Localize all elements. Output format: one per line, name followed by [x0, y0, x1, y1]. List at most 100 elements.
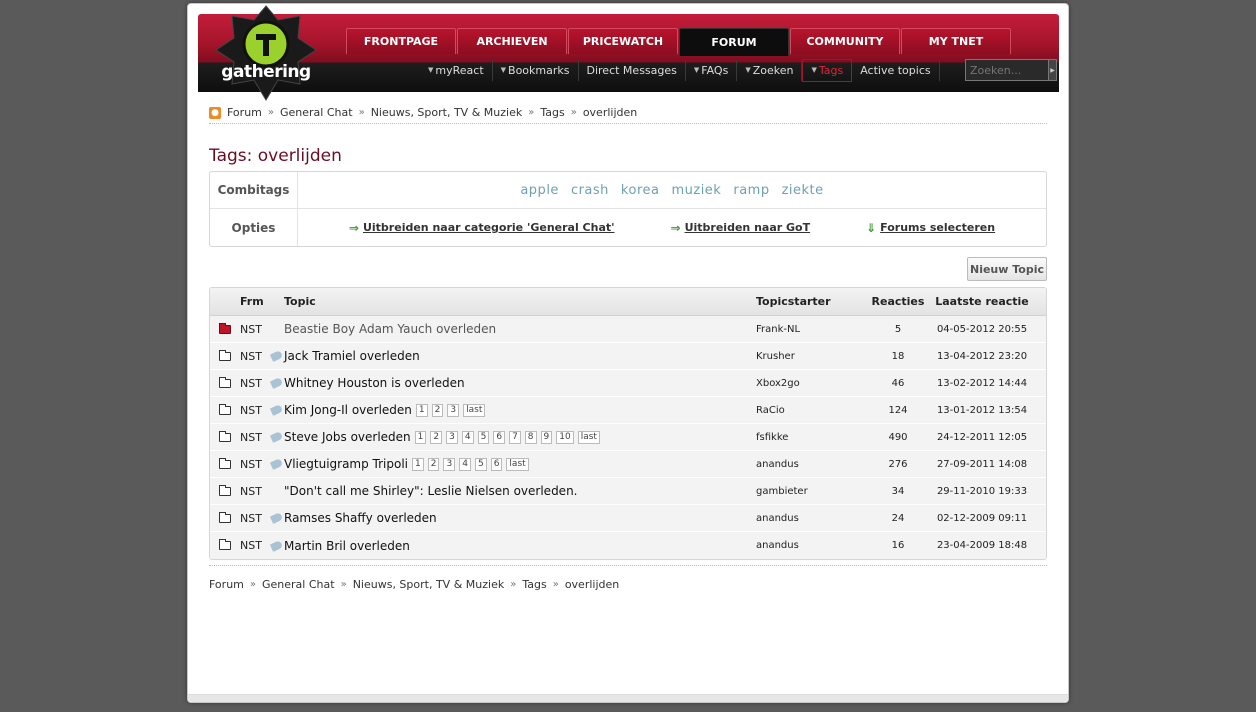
topic-link[interactable]: Beastie Boy Adam Yauch overleden	[284, 322, 496, 336]
page-link[interactable]: 2	[431, 403, 444, 417]
page-link[interactable]: last	[463, 403, 486, 417]
topicstarter[interactable]: fsfikke	[756, 432, 866, 443]
breadcrumb-item[interactable]: Tags	[522, 578, 546, 591]
combitag-ramp[interactable]: ramp	[733, 183, 769, 198]
rss-icon[interactable]: ●	[209, 106, 221, 119]
topicstarter[interactable]: Frank-NL	[756, 324, 866, 335]
page-link[interactable]: 3	[443, 457, 456, 471]
breadcrumb-item[interactable]: Nieuws, Sport, TV & Muziek	[371, 106, 523, 119]
tab-archieven[interactable]: ARCHIEVEN	[457, 28, 567, 54]
page-link[interactable]: 5	[474, 457, 487, 471]
expand-got-link[interactable]: Uitbreiden naar GoT	[685, 221, 811, 234]
page-link[interactable]: last	[506, 457, 529, 471]
topic-link[interactable]: Steve Jobs overleden	[284, 430, 411, 444]
page-link[interactable]: 6	[490, 457, 503, 471]
header-frm[interactable]: Frm	[240, 295, 268, 308]
last-reply-date[interactable]: 27-09-2011 14:08	[930, 459, 1034, 470]
last-reply-date[interactable]: 04-05-2012 20:55	[930, 324, 1034, 335]
subnav-active-topics[interactable]: Active topics	[852, 59, 940, 81]
subnav-bookmarks[interactable]: ▼ Bookmarks	[493, 59, 579, 81]
page-link[interactable]: last	[577, 430, 600, 444]
last-reply-date[interactable]: 13-01-2012 13:54	[930, 405, 1034, 416]
breadcrumb-item[interactable]: General Chat	[280, 106, 353, 119]
page-link[interactable]: 8	[524, 430, 537, 444]
page-link[interactable]: 6	[493, 430, 506, 444]
topicstarter[interactable]: Xbox2go	[756, 378, 866, 389]
site-logo[interactable]: gathering	[204, 4, 328, 106]
combitag-muziek[interactable]: muziek	[671, 183, 721, 198]
page-link[interactable]: 7	[509, 430, 521, 444]
last-reply-date[interactable]: 23-04-2009 18:48	[930, 540, 1034, 551]
last-reply-date[interactable]: 02-12-2009 09:11	[930, 513, 1034, 524]
topicstarter[interactable]: anandus	[756, 540, 866, 551]
forum-code[interactable]: NST	[240, 458, 268, 471]
topic-link[interactable]: Ramses Shaffy overleden	[284, 511, 437, 525]
topic-link[interactable]: Jack Tramiel overleden	[284, 349, 420, 363]
tab-community[interactable]: COMMUNITY	[790, 28, 900, 54]
topicstarter[interactable]: anandus	[756, 459, 866, 470]
expand-got-option[interactable]: ⇒ Uitbreiden naar GoT	[671, 221, 811, 235]
page-link[interactable]: 4	[461, 430, 474, 444]
topicstarter[interactable]: RaCio	[756, 405, 866, 416]
tab-forum[interactable]: FORUM	[679, 28, 789, 56]
header-reacties[interactable]: Reacties	[866, 295, 930, 308]
forum-code[interactable]: NST	[240, 539, 268, 552]
breadcrumb-item[interactable]: overlijden	[565, 578, 619, 591]
last-reply-date[interactable]: 13-04-2012 23:20	[930, 351, 1034, 362]
breadcrumb-item[interactable]: overlijden	[583, 106, 637, 119]
tab-pricewatch[interactable]: PRICEWATCH	[568, 28, 678, 54]
last-reply-date[interactable]: 29-11-2010 19:33	[930, 486, 1034, 497]
topic-link[interactable]: Kim Jong-Il overleden	[284, 403, 412, 417]
combitag-crash[interactable]: crash	[571, 183, 609, 198]
last-reply-date[interactable]: 24-12-2011 12:05	[930, 432, 1034, 443]
forum-code[interactable]: NST	[240, 512, 268, 525]
topic-link[interactable]: Vliegtuigramp Tripoli	[284, 457, 408, 471]
breadcrumb-item[interactable]: Forum	[209, 578, 244, 591]
page-link[interactable]: 2	[430, 430, 443, 444]
page-link[interactable]: 3	[446, 430, 458, 444]
tab-my-tnet[interactable]: MY TNET	[901, 28, 1011, 54]
page-link[interactable]: 1	[415, 403, 428, 417]
forum-code[interactable]: NST	[240, 431, 268, 444]
subnav-zoeken[interactable]: ▼ Zoeken	[737, 59, 803, 81]
topic-link[interactable]: Whitney Houston is overleden	[284, 376, 465, 390]
expand-category-option[interactable]: ⇒ Uitbreiden naar categorie 'General Cha…	[349, 221, 615, 235]
header-laatste-reactie[interactable]: Laatste reactie	[930, 295, 1034, 308]
breadcrumb-item[interactable]: General Chat	[262, 578, 335, 591]
combitag-korea[interactable]: korea	[621, 183, 660, 198]
subnav-myreact[interactable]: ▼ myReact	[420, 59, 493, 81]
topicstarter[interactable]: gambieter	[756, 486, 866, 497]
breadcrumb-item[interactable]: Forum	[227, 106, 262, 119]
tab-frontpage[interactable]: FRONTPAGE	[346, 28, 456, 54]
subnav-faqs[interactable]: ▼ FAQs	[686, 59, 738, 81]
page-link[interactable]: 5	[477, 430, 490, 444]
last-reply-date[interactable]: 13-02-2012 14:44	[930, 378, 1034, 389]
page-link[interactable]: 2	[427, 457, 440, 471]
topicstarter[interactable]: Krusher	[756, 351, 866, 362]
combitag-ziekte[interactable]: ziekte	[782, 183, 824, 198]
forum-code[interactable]: NST	[240, 323, 268, 336]
forum-code[interactable]: NST	[240, 485, 268, 498]
search-input[interactable]	[965, 59, 1049, 81]
topic-link[interactable]: Martin Bril overleden	[284, 539, 410, 553]
select-forums-link[interactable]: Forums selecteren	[880, 221, 995, 234]
page-link[interactable]: 1	[412, 457, 424, 471]
breadcrumb-item[interactable]: Tags	[540, 106, 564, 119]
subnav-direct-messages[interactable]: Direct Messages	[579, 59, 686, 81]
combitag-apple[interactable]: apple	[520, 183, 559, 198]
forum-code[interactable]: NST	[240, 404, 268, 417]
page-link[interactable]: 1	[414, 430, 427, 444]
select-forums-option[interactable]: ⇓ Forums selecteren	[866, 221, 995, 235]
page-link[interactable]: 3	[447, 403, 460, 417]
page-link[interactable]: 9	[540, 430, 553, 444]
page-link[interactable]: 10	[556, 430, 574, 444]
header-topicstarter[interactable]: Topicstarter	[756, 295, 866, 308]
breadcrumb-item[interactable]: Nieuws, Sport, TV & Muziek	[353, 578, 505, 591]
subnav-tags[interactable]: ▼ Tags	[802, 58, 853, 82]
new-topic-button[interactable]: Nieuw Topic	[967, 257, 1047, 281]
page-link[interactable]: 4	[459, 457, 471, 471]
topic-link[interactable]: "Don't call me Shirley": Leslie Nielsen …	[284, 484, 577, 498]
forum-code[interactable]: NST	[240, 350, 268, 363]
forum-code[interactable]: NST	[240, 377, 268, 390]
expand-category-link[interactable]: Uitbreiden naar categorie 'General Chat'	[363, 221, 615, 234]
